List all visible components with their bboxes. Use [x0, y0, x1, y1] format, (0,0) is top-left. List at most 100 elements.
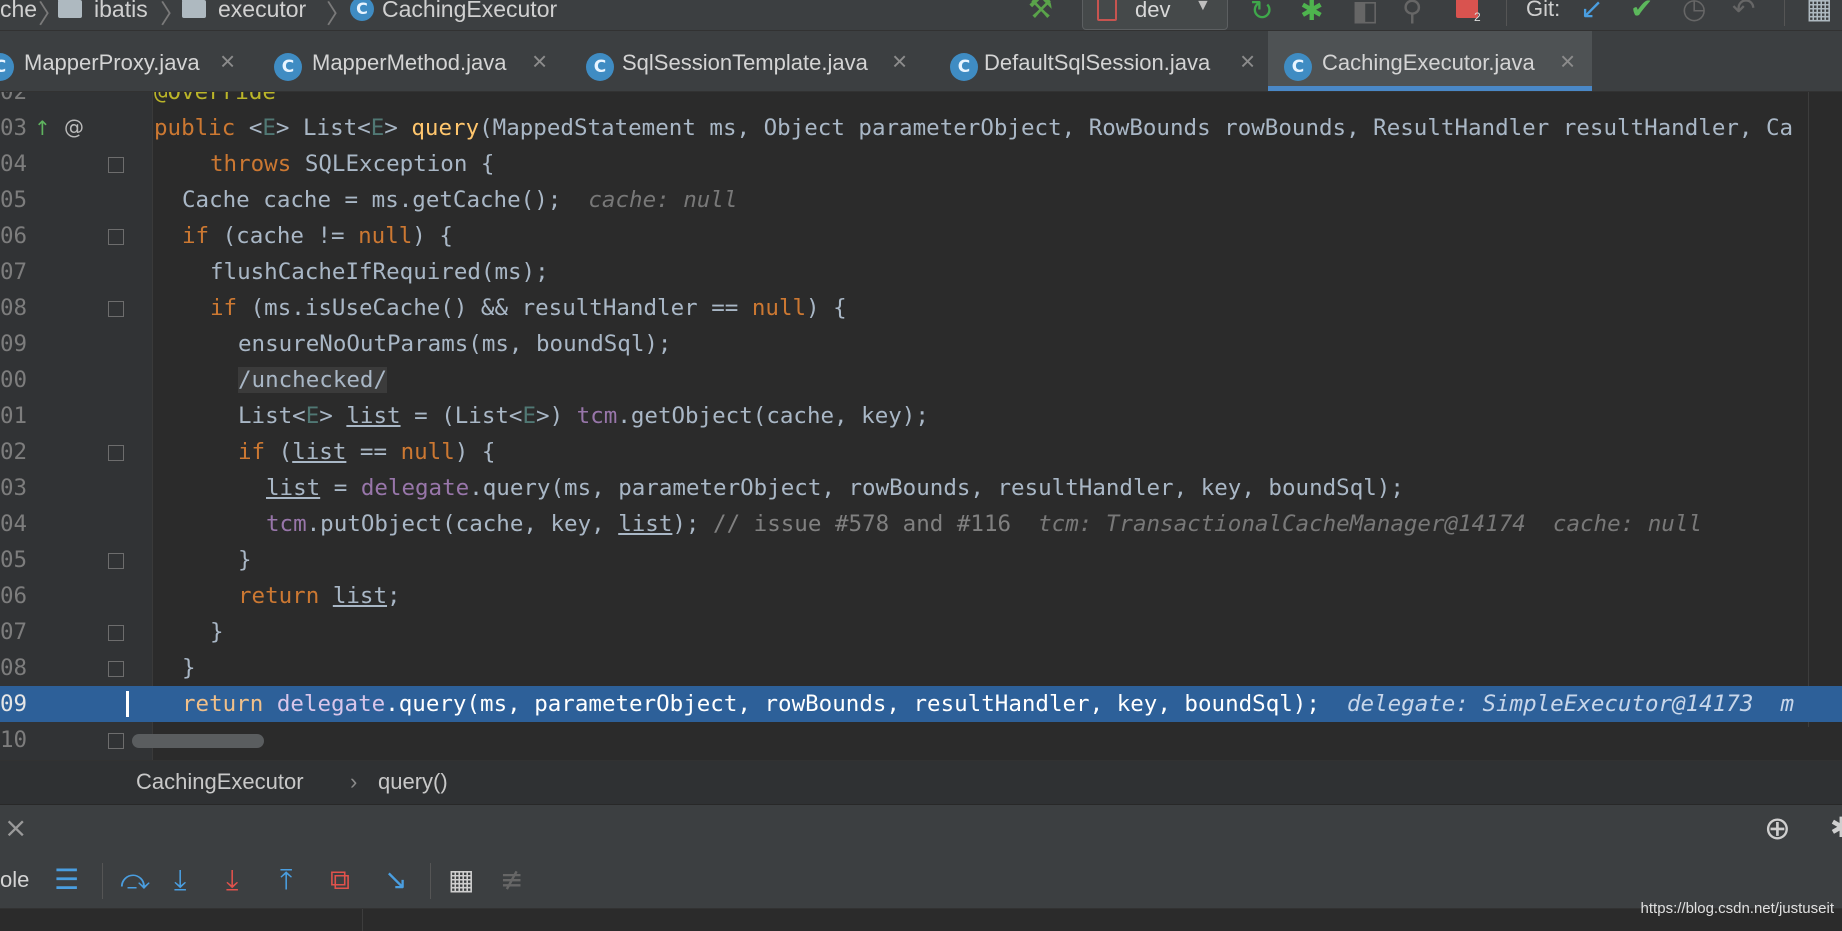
git-rollback-icon[interactable]: ↶	[1732, 0, 1755, 25]
code-line: 08 if (ms.isUseCache() && resultHandler …	[0, 290, 1842, 326]
tab-label: DefaultSqlSession.java	[984, 50, 1211, 75]
inline-debug-value: cache: null	[588, 187, 738, 213]
toolbar-divider	[430, 863, 431, 899]
fold-marker[interactable]	[108, 625, 124, 641]
close-icon[interactable]: ×	[532, 46, 547, 77]
code-text: @Override	[154, 92, 276, 105]
line-number: 08	[0, 295, 28, 321]
line-number: 01	[0, 403, 28, 429]
git-update-icon[interactable]: ↙	[1580, 0, 1603, 25]
tab-mapperproxy[interactable]: C MapperProxy.java ×	[0, 31, 252, 91]
breadcrumb-item-ibatis[interactable]: ibatis	[94, 0, 148, 23]
code-text: tcm.putObject(cache, key, list); // issu…	[266, 511, 1702, 537]
drop-frame-icon[interactable]: ⧉	[330, 863, 350, 897]
breadcrumb-class[interactable]: CachingExecutor	[136, 769, 304, 795]
code-line: 06 return list;	[0, 578, 1842, 614]
line-number: 03	[0, 475, 28, 501]
code-line: 07 }	[0, 614, 1842, 650]
line-number: 06	[0, 583, 28, 609]
class-icon: C	[350, 0, 374, 21]
line-number: 04	[0, 511, 28, 537]
class-icon: C	[274, 53, 302, 81]
line-number: 08	[0, 655, 28, 681]
fold-marker[interactable]	[108, 553, 124, 569]
breadcrumb-item-executor[interactable]: executor	[218, 0, 306, 23]
profile-icon[interactable]: ⚲	[1402, 0, 1423, 27]
toolbar-divider	[102, 863, 103, 899]
tab-label: CachingExecutor.java	[1322, 50, 1535, 75]
code-text: if (list == null) {	[238, 439, 496, 465]
code-comment: // issue #578 and #116	[713, 511, 1012, 537]
coverage-icon[interactable]: ◧	[1352, 0, 1378, 27]
code-line: 01 List<E> list = (List<E>) tcm.getObjec…	[0, 398, 1842, 434]
line-number: 05	[0, 547, 28, 573]
horizontal-scrollbar[interactable]	[132, 734, 264, 748]
code-line: 06 if (cache != null) {	[0, 218, 1842, 254]
breadcrumb-item-project[interactable]: che	[0, 0, 37, 23]
line-number: 06	[0, 223, 28, 249]
code-line: 09 ensureNoOutParams(ms, boundSql);	[0, 326, 1842, 362]
git-commit-icon[interactable]: ✔	[1630, 0, 1653, 25]
fold-marker[interactable]	[108, 157, 124, 173]
line-number: 03	[0, 115, 28, 141]
code-text: }	[182, 655, 196, 681]
show-execution-point-icon[interactable]: ☰	[54, 863, 79, 896]
line-number: 02	[0, 439, 28, 465]
close-icon[interactable]: ×	[1560, 46, 1575, 77]
code-line: 07 flushCacheIfRequired(ms);	[0, 254, 1842, 290]
run-config-selector[interactable]: dev ▼	[1082, 0, 1228, 30]
code-editor[interactable]: 02 @Override 03 ↑ @ public <E> List<E> q…	[0, 92, 1842, 760]
line-number: 04	[0, 151, 28, 177]
console-tab-label[interactable]: ole	[0, 867, 29, 893]
code-line: 03 list = delegate.query(ms, parameterOb…	[0, 470, 1842, 506]
close-icon[interactable]: ×	[4, 811, 27, 844]
force-step-into-icon[interactable]: ⤓	[226, 863, 238, 897]
trace-stream-icon[interactable]: ≢	[500, 863, 523, 896]
tab-cachingexecutor[interactable]: C CachingExecutor.java ×	[1268, 31, 1592, 91]
fold-marker[interactable]	[108, 229, 124, 245]
tab-mappermethod[interactable]: C MapperMethod.java ×	[258, 31, 556, 91]
project-structure-icon[interactable]: ▦	[1806, 0, 1832, 25]
tab-sqlsessiontemplate[interactable]: C SqlSessionTemplate.java ×	[572, 31, 916, 91]
crosshair-icon[interactable]: ⊕	[1764, 809, 1791, 847]
code-text: public <E> List<E> query(MappedStatement…	[154, 115, 1794, 141]
step-out-icon[interactable]: ⤒	[280, 863, 292, 897]
code-line: 02 @Override	[0, 92, 1842, 110]
breadcrumb-method[interactable]: query()	[378, 769, 448, 795]
code-line: 05 Cache cache = ms.getCache(); cache: n…	[0, 182, 1842, 218]
rerun-icon[interactable]: ↻	[1250, 0, 1273, 27]
settings-gear-icon[interactable]: ✱	[1830, 811, 1842, 844]
annotation-icon[interactable]: @	[64, 109, 84, 145]
panel-divider	[362, 909, 363, 931]
close-icon[interactable]: ×	[892, 46, 907, 77]
evaluate-expression-icon[interactable]: ▦	[448, 863, 474, 896]
watermark-text: https://blog.csdn.net/justuseit	[1640, 900, 1834, 917]
build-hammer-icon[interactable]: ⚒	[1028, 0, 1053, 25]
step-into-icon[interactable]: ⤓	[174, 863, 186, 897]
close-icon[interactable]: ×	[1240, 46, 1255, 77]
code-text: if (cache != null) {	[182, 223, 453, 249]
code-text: }	[210, 619, 224, 645]
fold-marker[interactable]	[108, 733, 124, 749]
code-line: 04 tcm.putObject(cache, key, list); // i…	[0, 506, 1842, 542]
overrides-method-icon[interactable]: ↑	[34, 110, 51, 146]
structure-breadcrumb: CachingExecutor › query()	[0, 760, 1842, 805]
fold-marker[interactable]	[108, 661, 124, 677]
breadcrumb-item-class[interactable]: CachingExecutor	[382, 0, 557, 23]
run-to-cursor-icon[interactable]: ↘	[384, 863, 407, 896]
code-text: /unchecked/	[238, 362, 388, 398]
code-text: ensureNoOutParams(ms, boundSql);	[238, 331, 672, 357]
fold-marker[interactable]	[108, 301, 124, 317]
debug-panel-header: × ⊕ ✱	[0, 804, 1842, 854]
close-icon[interactable]: ×	[220, 46, 235, 77]
tab-label: MapperMethod.java	[312, 50, 507, 75]
git-label: Git:	[1526, 0, 1561, 21]
line-number: 07	[0, 259, 28, 285]
toolbar-divider	[1784, 0, 1785, 26]
fold-marker[interactable]	[108, 445, 124, 461]
step-over-icon[interactable]: ⤼	[120, 863, 150, 897]
git-history-icon[interactable]: ◷	[1682, 0, 1706, 25]
inline-debug-value: delegate: SimpleExecutor@14173 m	[1346, 691, 1795, 717]
debug-bug-icon[interactable]: ✱	[1300, 0, 1323, 27]
tab-defaultsqlsession[interactable]: C DefaultSqlSession.java ×	[934, 31, 1264, 91]
